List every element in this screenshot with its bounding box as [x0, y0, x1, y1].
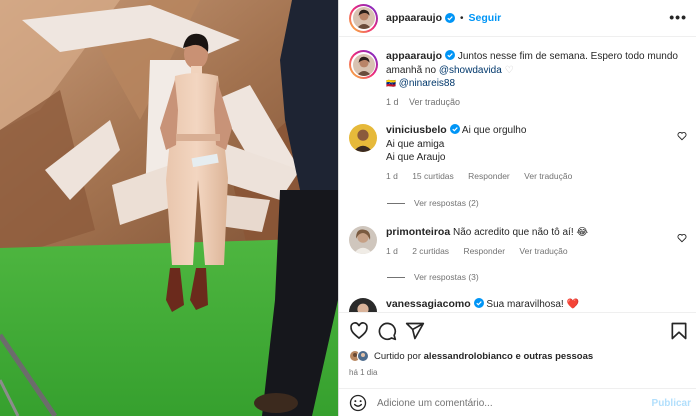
replies-divider	[387, 202, 405, 204]
follow-button[interactable]: Seguir	[469, 12, 502, 24]
comment-item: primonteiroa Não acredito que não tô aí!…	[349, 226, 689, 258]
comment-age: 1 d	[386, 170, 398, 181]
replies-divider	[387, 276, 405, 278]
bookmark-icon[interactable]	[669, 321, 689, 341]
comment-likes[interactable]: 2 curtidas	[412, 246, 449, 256]
view-replies-button[interactable]: Ver respostas (3)	[387, 272, 479, 282]
mention-showdavida[interactable]: @showdavida	[439, 65, 502, 76]
heart-icon[interactable]	[349, 321, 369, 341]
comment-icon[interactable]	[377, 321, 397, 341]
author-username[interactable]: appaaraujo	[386, 12, 442, 24]
comment-meta: 1 d 15 curtidas Responder Ver tradução	[386, 170, 666, 184]
publish-button[interactable]: Publicar	[652, 398, 691, 409]
verified-badge-icon	[445, 13, 456, 23]
caption-username[interactable]: appaaraujo	[386, 50, 442, 62]
flag-emoji: 🇻🇪	[386, 79, 396, 88]
caption-translate-link[interactable]: Ver tradução	[409, 97, 460, 107]
comment-text: Não acredito que não tô aí! 😂	[452, 227, 589, 238]
comment-username[interactable]: viniciusbelo	[386, 124, 447, 136]
verified-badge-icon	[473, 298, 484, 308]
header-separator: •	[460, 12, 464, 24]
share-icon[interactable]	[405, 321, 425, 341]
liked-by-prefix: Curtido por	[374, 350, 421, 362]
comment-line: Ai que orgulho	[461, 125, 527, 136]
post-timestamp[interactable]: há 1 dia	[349, 368, 377, 377]
comment-username[interactable]: vanessagiacomo	[386, 298, 471, 310]
comment-body: primonteiroa Não acredito que não tô aí!…	[386, 226, 666, 258]
emoji-icon[interactable]	[349, 394, 367, 412]
comment-like-heart-icon[interactable]	[677, 131, 687, 141]
reply-button[interactable]: Responder	[463, 246, 505, 256]
comment-line: Ai que amiga	[386, 138, 445, 150]
post-header: appaaraujo • Seguir •••	[339, 0, 696, 37]
liker-avatar	[357, 350, 369, 362]
instagram-post-modal: appaaraujo • Seguir ••• appaaraujo Junto…	[0, 0, 696, 416]
commenter-avatar[interactable]	[349, 124, 377, 152]
verified-badge-icon	[449, 124, 460, 134]
comment-age: 1 d	[386, 245, 398, 256]
comment-line: Ai que Araujo	[386, 152, 446, 163]
comment-username[interactable]: primonteiroa	[386, 226, 450, 238]
comment-likes[interactable]: 15 curtidas	[412, 171, 454, 181]
commenter-avatar[interactable]	[349, 226, 377, 254]
comment-body: viniciusbelo Ai que orgulho Ai que amiga…	[386, 124, 666, 183]
view-replies-label[interactable]: Ver respostas (3)	[414, 272, 479, 282]
add-comment-bar: Publicar	[339, 388, 696, 416]
comment-input[interactable]	[377, 397, 627, 409]
liked-by-user[interactable]: alessandrolobianco	[424, 351, 513, 362]
author-avatar-ring[interactable]	[349, 3, 378, 33]
mention-ninareis88[interactable]: @ninareis88	[399, 78, 455, 89]
caption-age: 1 d	[386, 96, 399, 107]
comment-text: Sua maravilhosa! ❤️	[486, 299, 579, 310]
translate-link[interactable]: Ver tradução	[519, 246, 567, 256]
reply-button[interactable]: Responder	[468, 171, 510, 181]
verified-badge-icon	[445, 50, 456, 60]
translate-link[interactable]: Ver tradução	[524, 171, 572, 181]
caption-heart-emoji: ♡	[504, 64, 514, 76]
view-replies-label[interactable]: Ver respostas (2)	[414, 198, 479, 208]
post-caption: appaaraujo Juntos nesse fim de semana. E…	[349, 50, 689, 109]
comment-like-heart-icon[interactable]	[677, 233, 687, 243]
comment-item: viniciusbelo Ai que orgulho Ai que amiga…	[349, 124, 689, 183]
post-footer: Curtido por alessandrolobianco e outras …	[339, 312, 696, 416]
caption-avatar	[352, 53, 375, 76]
studio-photo-illustration	[0, 0, 338, 416]
author-avatar	[352, 7, 375, 29]
caption-avatar-ring[interactable]	[349, 50, 378, 79]
liked-by-text: Curtido por alessandrolobianco e outras …	[374, 351, 593, 362]
caption-meta: 1 d Ver tradução	[386, 96, 686, 110]
view-replies-button[interactable]: Ver respostas (2)	[387, 198, 479, 208]
action-bar	[349, 321, 689, 341]
comment-meta: 1 d 2 curtidas Responder Ver tradução	[386, 245, 666, 259]
more-options-icon[interactable]: •••	[669, 10, 687, 24]
liked-by: Curtido por alessandrolobianco e outras …	[349, 350, 593, 362]
liked-by-suffix[interactable]: e outras pessoas	[516, 351, 594, 362]
post-photo[interactable]	[0, 0, 338, 416]
post-side-panel: appaaraujo • Seguir ••• appaaraujo Junto…	[338, 0, 696, 416]
caption-body: appaaraujo Juntos nesse fim de semana. E…	[386, 50, 686, 109]
